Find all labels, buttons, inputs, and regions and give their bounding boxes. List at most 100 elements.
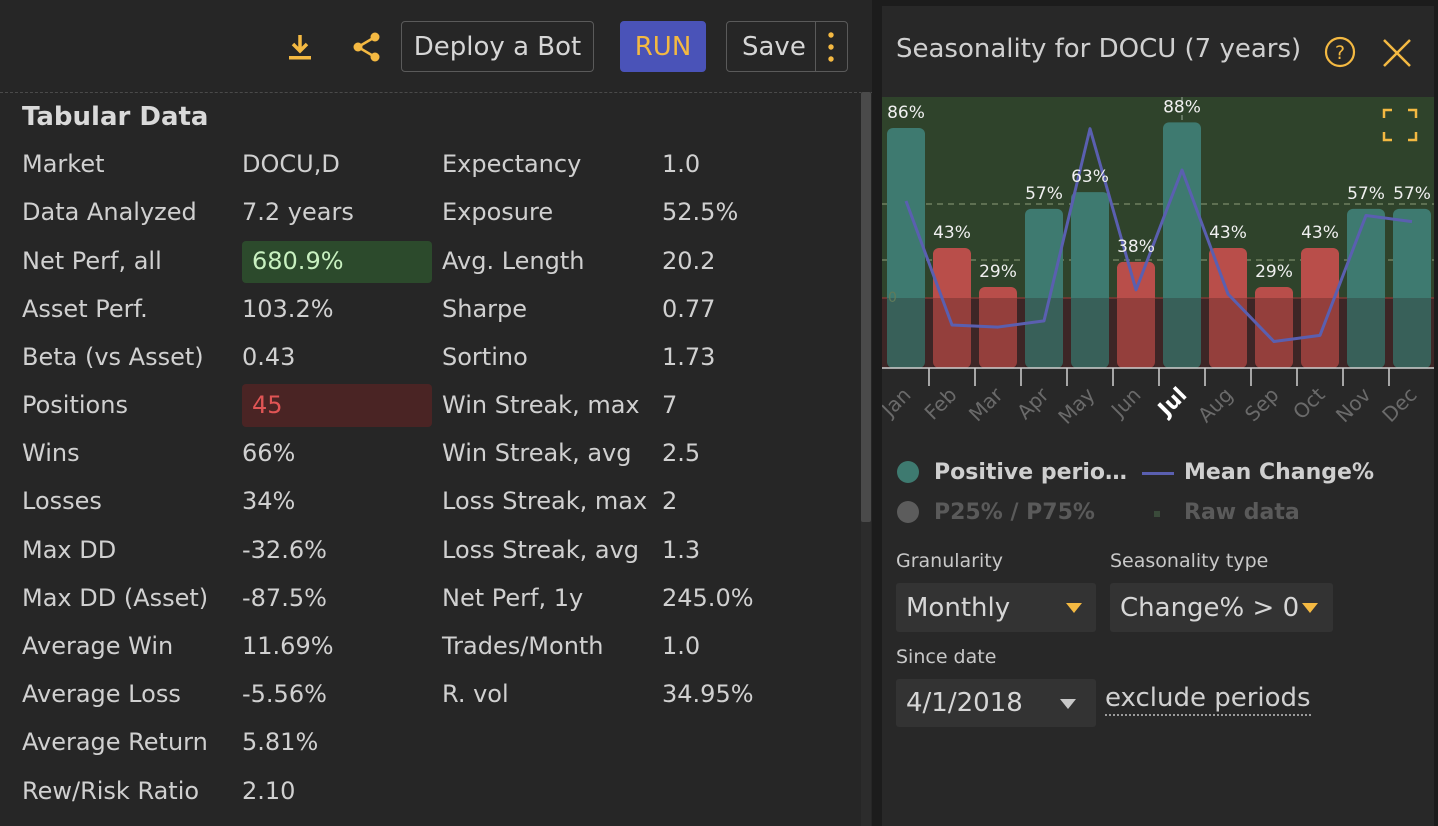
x-tick-label: Oct [1288, 382, 1330, 424]
metric-label: Net Perf, 1y [442, 584, 584, 612]
x-tick-label: Jul [1152, 383, 1192, 423]
tabular-title: Tabular Data [22, 102, 209, 132]
bar-shade [1117, 298, 1155, 368]
save-label: Save [742, 31, 806, 62]
metric-label: Average Loss [22, 680, 181, 708]
bar-value-label: 63% [1071, 167, 1109, 187]
chevron-down-icon [1302, 603, 1318, 613]
metric-label: Expectancy [442, 150, 582, 178]
x-tick-label: May [1053, 382, 1099, 428]
metric-label: Win Streak, avg [442, 439, 632, 467]
scrollbar[interactable] [861, 92, 871, 522]
bar-shade [933, 298, 971, 368]
deploy-bot-button[interactable]: Deploy a Bot [401, 21, 594, 72]
metric-value: 0.77 [662, 295, 716, 323]
since-date-select[interactable]: 4/1/2018 [896, 679, 1096, 727]
metric-label: Average Win [22, 632, 174, 660]
bar-value-label: 88% [1163, 97, 1201, 117]
metric-label: Rew/Risk Ratio [22, 777, 200, 805]
x-tick-label: Mar [964, 382, 1008, 426]
x-tick-label: Sep [1240, 383, 1284, 427]
since-date-value: 4/1/2018 [906, 688, 1023, 718]
seasonality-type-value: Change% > 0 [1120, 592, 1300, 623]
bar-value-label: 43% [933, 223, 971, 243]
bar-shade [979, 298, 1017, 368]
x-axis: Jan Feb Mar Apr May Jun Jul Aug Sep Oct Nov Dec [882, 367, 1434, 429]
more-vertical-icon[interactable] [826, 31, 836, 70]
help-circle-icon[interactable]: ? [1324, 36, 1356, 72]
metric-value: 2.5 [662, 439, 701, 467]
x-tick-label: Aug [1193, 383, 1238, 428]
metric-label: Market [22, 150, 105, 178]
legend-positive[interactable]: Positive perio… [934, 460, 1127, 485]
metric-label: Data Analyzed [22, 198, 197, 226]
x-tick-label: Nov [1331, 382, 1376, 427]
bar-shade [1071, 298, 1109, 368]
metric-label: Max DD (Asset) [22, 584, 209, 612]
seasonality-chart: 86% 43% 29% 57% 63% 38% 88% 43% 29% 43% 57% 57% Jan… [882, 97, 1434, 429]
bar-value-label: 43% [1301, 223, 1339, 243]
download-icon[interactable] [280, 27, 320, 67]
close-icon[interactable] [1382, 38, 1412, 72]
mean-legend-swatch [1142, 472, 1174, 475]
metric-label: Avg. Length [442, 247, 585, 275]
metric-value: -87.5% [242, 584, 327, 612]
bar-value-label: 57% [1393, 184, 1431, 204]
metric-label: Loss Streak, max [442, 487, 648, 515]
bar-value-label: 57% [1025, 184, 1063, 204]
granularity-select[interactable]: Monthly [896, 583, 1096, 632]
x-tick-label: Jan [882, 383, 916, 423]
metric-value: 66% [242, 439, 296, 467]
metric-label: Asset Perf. [22, 295, 148, 323]
bar-shade [1393, 298, 1431, 368]
run-button[interactable]: RUN [620, 21, 706, 72]
bar-shade [1163, 298, 1201, 368]
x-tick-label: Apr [1012, 382, 1054, 424]
bar-shade [1025, 298, 1063, 368]
metric-label: Exposure [442, 198, 554, 226]
bar-value-label: 43% [1209, 223, 1247, 243]
metric-value: 34.95% [662, 680, 754, 708]
metric-value: 0.43 [242, 343, 296, 371]
bar-shade [1255, 298, 1293, 368]
metric-label: R. vol [442, 680, 509, 708]
metric-value: -32.6% [242, 536, 327, 564]
seasonality-type-select[interactable]: Change% > 0 [1110, 583, 1333, 632]
metric-value: -5.56% [242, 680, 327, 708]
metric-value: 52.5% [662, 198, 739, 226]
metric-label: Net Perf, all [22, 247, 162, 275]
granularity-value: Monthly [906, 592, 1011, 623]
legend-raw[interactable]: Raw data [1184, 500, 1300, 525]
exclude-periods-link[interactable]: exclude periods [1105, 683, 1311, 716]
metric-label: Losses [22, 487, 102, 515]
metric-value: 45 [252, 391, 283, 419]
seasonality-panel: Seasonality for DOCU (7 years) ? 86% 43% 2… [882, 6, 1434, 826]
metric-value: 1.0 [662, 632, 701, 660]
save-button[interactable]: Save [726, 21, 848, 72]
chevron-down-icon [1066, 603, 1082, 613]
legend-mean[interactable]: Mean Change% [1184, 460, 1374, 485]
metric-value: 34% [242, 487, 296, 515]
x-tick-label: Feb [920, 383, 962, 425]
tabular-panel: Deploy a Bot RUN Save Tabular Data Marke… [0, 0, 872, 826]
bar-value-label: 86% [887, 103, 925, 123]
seasonality-type-label: Seasonality type [1110, 550, 1269, 572]
granularity-label: Granularity [896, 550, 1003, 572]
legend-p25[interactable]: P25% / P75% [934, 500, 1095, 525]
svg-text:?: ? [1335, 42, 1345, 64]
since-date-label: Since date [896, 646, 997, 668]
metric-label: Positions [22, 391, 128, 419]
bar-value-label: 29% [1255, 262, 1293, 282]
metric-value: 7 [662, 391, 678, 419]
metric-value: 103.2% [242, 295, 334, 323]
share-icon[interactable] [347, 27, 387, 67]
metric-label: Average Return [22, 728, 208, 756]
bar-shade [1347, 298, 1385, 368]
metric-value: 5.81% [242, 728, 319, 756]
metric-label: Sharpe [442, 295, 528, 323]
bar-shade [887, 298, 925, 368]
metric-value: 2.10 [242, 777, 296, 805]
metric-value: 20.2 [662, 247, 716, 275]
metric-label: Loss Streak, avg [442, 536, 640, 564]
bar-value-label: 38% [1117, 237, 1155, 257]
